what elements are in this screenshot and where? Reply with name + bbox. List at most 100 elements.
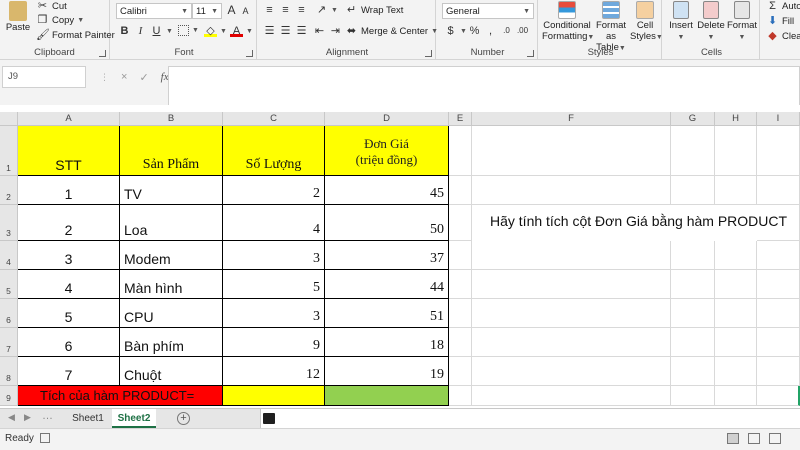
macro-record-icon[interactable] bbox=[40, 433, 50, 443]
increase-indent-button[interactable]: ⇥ bbox=[329, 25, 342, 37]
row-header-9[interactable]: 9 bbox=[0, 386, 18, 406]
cell-price-row-7[interactable]: 19 bbox=[325, 357, 449, 386]
scroll-right-icon[interactable]: ▶ bbox=[24, 412, 31, 423]
align-bottom-button[interactable]: ≡ bbox=[295, 4, 308, 16]
cell-stt-row-7[interactable]: 7 bbox=[18, 357, 120, 386]
header-price[interactable]: Đơn Giá (triệu đồng) bbox=[325, 126, 449, 176]
row-header-5[interactable]: 5 bbox=[0, 270, 18, 299]
cell-product-row-7[interactable]: Chuột bbox=[120, 357, 223, 386]
cell-stt-row-6[interactable]: 6 bbox=[18, 328, 120, 357]
header-quantity[interactable]: Số Lượng bbox=[223, 126, 325, 176]
scroll-left-icon[interactable]: ◀ bbox=[8, 412, 15, 423]
cell-h4[interactable] bbox=[715, 241, 757, 270]
cell-quantity-row-3[interactable]: 3 bbox=[223, 241, 325, 270]
column-header-i[interactable]: I bbox=[757, 112, 800, 126]
row-header-4[interactable]: 4 bbox=[0, 241, 18, 270]
cell-g7[interactable] bbox=[671, 328, 715, 357]
row-header-7[interactable]: 7 bbox=[0, 328, 18, 357]
column-header-h[interactable]: H bbox=[715, 112, 757, 126]
decrease-indent-button[interactable]: ⇤ bbox=[313, 25, 326, 37]
header-stt[interactable]: STT bbox=[18, 126, 120, 176]
formula-input[interactable] bbox=[168, 66, 800, 106]
paste-button[interactable]: Paste bbox=[4, 1, 32, 33]
cell-e8[interactable] bbox=[449, 357, 472, 386]
autosum-button[interactable]: Σ Auto bbox=[766, 0, 800, 12]
name-box[interactable]: J9 bbox=[2, 66, 86, 88]
clipboard-launcher-icon[interactable] bbox=[99, 50, 106, 57]
column-header-a[interactable]: A bbox=[18, 112, 120, 126]
copy-button[interactable]: ❐ Copy ▼ bbox=[36, 14, 85, 26]
cell-quantity-row-1[interactable]: 2 bbox=[223, 176, 325, 205]
select-all-button[interactable] bbox=[0, 112, 18, 126]
column-header-b[interactable]: B bbox=[120, 112, 223, 126]
cell-i5[interactable] bbox=[757, 270, 800, 299]
total-quantity-cell[interactable] bbox=[223, 386, 325, 406]
cell-e7[interactable] bbox=[449, 328, 472, 357]
percent-button[interactable]: % bbox=[468, 25, 481, 37]
cell-price-row-3[interactable]: 37 bbox=[325, 241, 449, 270]
cell-h5[interactable] bbox=[715, 270, 757, 299]
cell-product-row-2[interactable]: Loa bbox=[120, 205, 223, 241]
column-header-d[interactable]: D bbox=[325, 112, 449, 126]
font-color-button[interactable]: A ▼ bbox=[230, 25, 253, 37]
merge-center-button[interactable]: ⬌ Merge & Center ▼ bbox=[345, 25, 438, 37]
sheet-tab-sheet2[interactable]: Sheet2 bbox=[112, 409, 156, 428]
cell-price-row-2[interactable]: 50 bbox=[325, 205, 449, 241]
cell-stt-row-5[interactable]: 5 bbox=[18, 299, 120, 328]
font-name-combo[interactable]: Calibri ▼ bbox=[116, 3, 192, 19]
fill-button[interactable]: ⬇ Fill bbox=[766, 15, 794, 27]
cell-g9[interactable] bbox=[671, 386, 715, 406]
align-middle-button[interactable]: ≡ bbox=[279, 4, 292, 16]
cell-product-row-5[interactable]: CPU bbox=[120, 299, 223, 328]
cell-e9[interactable] bbox=[449, 386, 472, 406]
row-header-8[interactable]: 8 bbox=[0, 357, 18, 386]
cell-e6[interactable] bbox=[449, 299, 472, 328]
cell-i8[interactable] bbox=[757, 357, 800, 386]
cell-product-row-1[interactable]: TV bbox=[120, 176, 223, 205]
column-header-f[interactable]: F bbox=[472, 112, 671, 126]
cell-product-row-6[interactable]: Bàn phím bbox=[120, 328, 223, 357]
cell-quantity-row-6[interactable]: 9 bbox=[223, 328, 325, 357]
enter-icon[interactable]: ✓ bbox=[139, 71, 148, 84]
cell-i7[interactable] bbox=[757, 328, 800, 357]
row-header-6[interactable]: 6 bbox=[0, 299, 18, 328]
more-sheets-icon[interactable]: … bbox=[42, 410, 53, 422]
orientation-button[interactable]: ↗ ▼ bbox=[315, 4, 338, 16]
conditional-formatting-button[interactable]: Conditional Formatting▼ bbox=[542, 1, 594, 43]
row-header-2[interactable]: 2 bbox=[0, 176, 18, 205]
cell-h8[interactable] bbox=[715, 357, 757, 386]
cell-f1[interactable] bbox=[472, 126, 671, 176]
cell-e5[interactable] bbox=[449, 270, 472, 299]
cell-stt-row-1[interactable]: 1 bbox=[18, 176, 120, 205]
add-sheet-icon[interactable]: + bbox=[177, 412, 190, 425]
cell-quantity-row-7[interactable]: 12 bbox=[223, 357, 325, 386]
delete-button[interactable]: Delete ▼ bbox=[696, 1, 726, 43]
cell-f5[interactable] bbox=[472, 270, 671, 299]
page-layout-view-icon[interactable] bbox=[748, 433, 760, 444]
cell-product-row-3[interactable]: Modem bbox=[120, 241, 223, 270]
cell-e2[interactable] bbox=[449, 176, 472, 205]
cancel-icon[interactable]: × bbox=[121, 71, 127, 83]
cell-h7[interactable] bbox=[715, 328, 757, 357]
cell-i4[interactable] bbox=[757, 241, 800, 270]
insert-button[interactable]: Insert ▼ bbox=[666, 1, 696, 43]
cell-styles-button[interactable]: Cell Styles▼ bbox=[630, 1, 663, 43]
cell-f4[interactable] bbox=[472, 241, 671, 270]
cell-f8[interactable] bbox=[472, 357, 671, 386]
format-button[interactable]: Format ▼ bbox=[726, 1, 758, 43]
borders-button[interactable]: ▼ bbox=[178, 25, 199, 36]
cell-g1[interactable] bbox=[671, 126, 715, 176]
align-center-button[interactable]: ☰ bbox=[279, 25, 292, 37]
font-size-combo[interactable]: 11 ▼ bbox=[192, 3, 222, 19]
cell-i1[interactable] bbox=[757, 126, 800, 176]
column-header-c[interactable]: C bbox=[223, 112, 325, 126]
cell-g8[interactable] bbox=[671, 357, 715, 386]
cell-stt-row-4[interactable]: 4 bbox=[18, 270, 120, 299]
cell-g5[interactable] bbox=[671, 270, 715, 299]
cell-f7[interactable] bbox=[472, 328, 671, 357]
increase-font-button[interactable]: A bbox=[225, 4, 238, 16]
cell-price-row-4[interactable]: 44 bbox=[325, 270, 449, 299]
cell-stt-row-2[interactable]: 2 bbox=[18, 205, 120, 241]
sheet-tab-sheet1[interactable]: Sheet1 bbox=[66, 409, 110, 428]
align-top-button[interactable]: ≡ bbox=[263, 4, 276, 16]
